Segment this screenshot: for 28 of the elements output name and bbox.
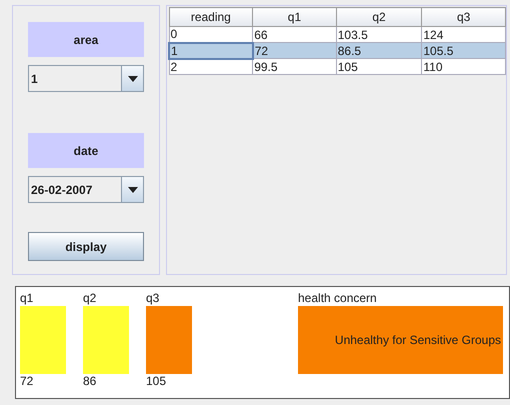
indicator-label: q2 [83, 290, 96, 306]
table-row[interactable]: 2 99.5 105 110 [169, 58, 506, 74]
area-dropdown[interactable]: 1 [28, 65, 144, 92]
date-dropdown[interactable]: 26-02-2007 [28, 176, 144, 203]
table-cell: 1 [169, 42, 253, 58]
display-button[interactable]: display [28, 232, 144, 261]
indicator-value: 105 [146, 374, 166, 388]
indicator-value: 86 [83, 374, 96, 388]
area-label: area [28, 22, 144, 57]
indicator-value: 72 [20, 374, 34, 388]
dropdown-arrow-icon [128, 186, 138, 192]
dropdown-arrow-icon [128, 76, 138, 82]
table-row[interactable]: 0 66 103.5 124 [169, 26, 506, 42]
table-cell: 105 [336, 58, 422, 74]
date-label: date [28, 133, 144, 168]
table-cell: 110 [422, 58, 506, 74]
health-concern-box: Unhealthy for Sensitive Groups [298, 306, 503, 374]
table-row[interactable]: 1 72 86.5 105.5 [169, 42, 506, 58]
column-header[interactable]: q2 [336, 8, 422, 26]
indicator-label: q1 [20, 290, 34, 306]
health-concern-label: health concern [298, 290, 378, 306]
table-cell: 2 [169, 58, 253, 74]
table-cell: 0 [169, 26, 253, 42]
indicator-label: q3 [146, 290, 160, 306]
column-header[interactable]: reading [169, 8, 253, 26]
column-header[interactable]: q3 [422, 8, 506, 26]
column-header[interactable]: q1 [252, 8, 336, 26]
table-cell: 99.5 [252, 58, 336, 74]
